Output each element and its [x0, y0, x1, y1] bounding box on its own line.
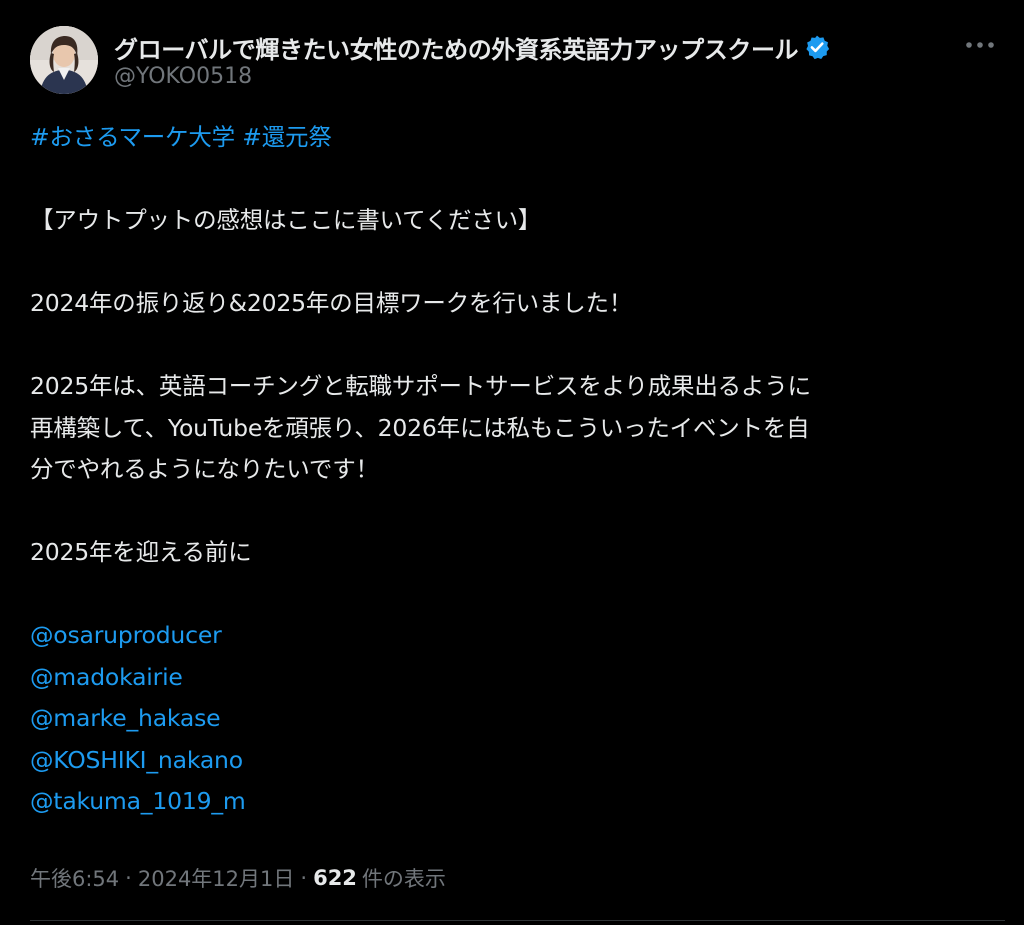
- text-line: 2025年を迎える前に: [30, 538, 252, 566]
- mention-link[interactable]: @marke_hakase: [30, 698, 1005, 740]
- tweet-meta: 午後6:54 · 2024年12月1日 · 622 件の表示: [30, 860, 446, 896]
- mention-link[interactable]: @KOSHIKI_nakano: [30, 740, 1005, 782]
- more-options-icon[interactable]: [960, 30, 1000, 60]
- post-date[interactable]: 2024年12月1日: [138, 863, 295, 893]
- views-count[interactable]: 622: [313, 866, 357, 890]
- mention-link[interactable]: @osaruproducer: [30, 615, 1005, 657]
- views-label: 件の表示: [361, 867, 446, 891]
- verified-badge-icon[interactable]: [804, 34, 830, 60]
- meta-separator: ·: [300, 866, 308, 890]
- tweet: グローバルで輝きたい女性のための外資系英語力アップスクール @YOKO0518 …: [0, 0, 1024, 925]
- author-name-row: グローバルで輝きたい女性のための外資系英語力アップスクール: [114, 30, 830, 64]
- mention-link[interactable]: @takuma_1019_m: [30, 781, 1005, 823]
- mention-link[interactable]: @madokairie: [30, 657, 1005, 699]
- text-line: 2025年は、英語コーチングと転職サポートサービスをより成果出るように: [30, 372, 811, 400]
- text-line: 分でやれるようになりたいです！: [30, 455, 379, 483]
- tweet-text: #おさるマーケ大学 #還元祭 【アウトプットの感想はここに書いてください】 20…: [30, 117, 1005, 823]
- post-time[interactable]: 午後6:54: [30, 863, 119, 893]
- heading-line: 【アウトプットの感想はここに書いてください】: [30, 206, 542, 234]
- text-line: 2024年の振り返り&2025年の目標ワークを行いました！: [30, 289, 633, 317]
- profile-photo: [30, 26, 98, 94]
- author-handle[interactable]: @YOKO0518: [114, 64, 252, 89]
- divider: [30, 920, 1005, 921]
- hashtag-line: #おさるマーケ大学 #還元祭: [30, 117, 1005, 159]
- display-name[interactable]: グローバルで輝きたい女性のための外資系英語力アップスクール: [114, 30, 799, 65]
- hashtag-link[interactable]: #還元祭: [242, 123, 332, 151]
- text-line: 再構築して、YouTubeを頑張り、2026年には私もこういったイベントを自: [30, 413, 810, 442]
- hashtag-link[interactable]: #おさるマーケ大学: [30, 123, 235, 151]
- avatar[interactable]: [30, 26, 98, 94]
- meta-separator: ·: [125, 866, 132, 890]
